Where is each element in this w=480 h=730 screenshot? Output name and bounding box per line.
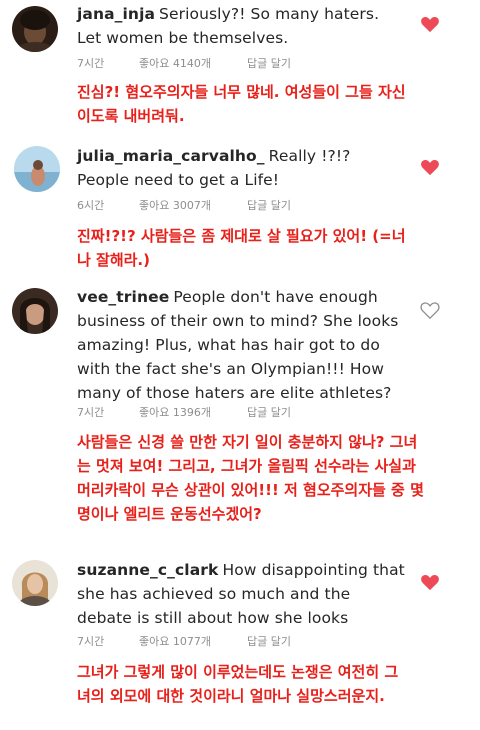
- comment-likes[interactable]: 좋아요 4140개: [139, 55, 247, 71]
- comment-username[interactable]: jana_inja: [77, 5, 155, 23]
- comment-meta: 6시간 좋아요 3007개 답글 달기: [77, 197, 291, 213]
- comment-meta: 7시간 좋아요 1077개 답글 달기: [77, 633, 291, 649]
- comment-time[interactable]: 7시간: [77, 633, 139, 649]
- comment-body: suzanne_c_clark How disappointing that sh…: [77, 558, 407, 630]
- comment-meta: 7시간 좋아요 1396개 답글 달기: [77, 404, 291, 420]
- comment-translation: 사람들은 신경 쓸 만한 자기 일이 충분하지 않나? 그녀는 멋져 보여! 그…: [77, 433, 424, 523]
- comment-username[interactable]: julia_maria_carvalho_: [77, 147, 265, 165]
- reply-button[interactable]: 답글 달기: [247, 197, 291, 213]
- comment-body: julia_maria_carvalho_ Really !?!? People …: [77, 144, 407, 192]
- heart-outline-icon[interactable]: [420, 301, 440, 319]
- comment-meta: 7시간 좋아요 4140개 답글 달기: [77, 55, 291, 71]
- reply-button[interactable]: 답글 달기: [247, 55, 291, 71]
- comment-likes[interactable]: 좋아요 3007개: [139, 197, 247, 213]
- comment-time[interactable]: 6시간: [77, 197, 139, 213]
- avatar[interactable]: [12, 560, 58, 606]
- comment-body: vee_trinee People don't have enough busin…: [77, 285, 407, 405]
- comment-username[interactable]: suzanne_c_clark: [77, 561, 218, 579]
- comment-time[interactable]: 7시간: [77, 55, 139, 71]
- reply-button[interactable]: 답글 달기: [247, 633, 291, 649]
- comment-username[interactable]: vee_trinee: [77, 288, 169, 306]
- avatar[interactable]: [12, 288, 58, 334]
- comment-translation: 진심?! 혐오주의자들 너무 많네. 여성들이 그들 자신이도록 내버려둬.: [77, 83, 406, 125]
- comment-likes[interactable]: 좋아요 1077개: [139, 633, 247, 649]
- comment-translation: 그녀가 그렇게 많이 이루었는데도 논쟁은 여전히 그녀의 외모에 대한 것이라…: [77, 663, 399, 705]
- comment-body: jana_inja Seriously?! So many haters. Let…: [77, 2, 407, 50]
- heart-icon[interactable]: [420, 573, 440, 591]
- comment-time[interactable]: 7시간: [77, 404, 139, 420]
- heart-icon[interactable]: [420, 15, 440, 33]
- heart-icon[interactable]: [420, 158, 440, 176]
- comment-translation: 진짜!?!? 사람들은 좀 제대로 살 필요가 있어! (=너나 잘해라.): [77, 227, 406, 269]
- avatar[interactable]: [14, 146, 60, 192]
- comment-likes[interactable]: 좋아요 1396개: [139, 404, 247, 420]
- avatar[interactable]: [12, 6, 58, 52]
- reply-button[interactable]: 답글 달기: [247, 404, 291, 420]
